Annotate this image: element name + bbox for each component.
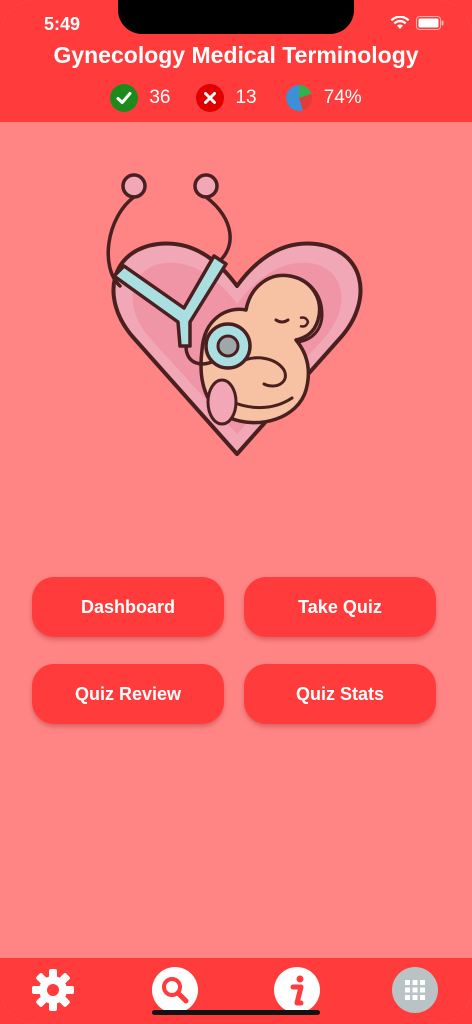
battery-icon bbox=[416, 16, 444, 30]
grid-icon[interactable] bbox=[392, 967, 438, 1013]
checkmark-icon bbox=[110, 84, 139, 112]
score-summary: 36 13 74% bbox=[0, 84, 472, 112]
quiz-review-button[interactable]: Quiz Review bbox=[32, 664, 224, 724]
heart-baby-stethoscope-illustration bbox=[106, 173, 363, 456]
status-icons bbox=[390, 16, 444, 30]
correct-value: 36 bbox=[149, 87, 171, 108]
take-quiz-button[interactable]: Take Quiz bbox=[244, 577, 436, 637]
wifi-icon bbox=[390, 16, 410, 29]
search-icon[interactable] bbox=[152, 967, 198, 1013]
score-value: 74% bbox=[323, 87, 362, 108]
device-notch bbox=[118, 0, 354, 34]
correct-count: 36 bbox=[110, 84, 170, 112]
incorrect-value: 13 bbox=[235, 87, 257, 108]
status-time: 5:49 bbox=[44, 14, 81, 34]
header-bar: 5:49 Gynecology Medical Terminology 36 1… bbox=[0, 0, 472, 122]
app-screen: 5:49 Gynecology Medical Terminology 36 1… bbox=[0, 0, 472, 1024]
cross-icon bbox=[196, 84, 225, 112]
quiz-stats-button[interactable]: Quiz Stats bbox=[244, 664, 436, 724]
dashboard-button[interactable]: Dashboard bbox=[32, 577, 224, 637]
pie-chart-icon bbox=[285, 84, 313, 112]
gear-icon[interactable] bbox=[30, 967, 76, 1013]
home-indicator[interactable] bbox=[152, 1010, 320, 1015]
incorrect-count: 13 bbox=[196, 84, 257, 112]
app-title: Gynecology Medical Terminology bbox=[53, 42, 419, 68]
score-percentage: 74% bbox=[285, 84, 362, 112]
info-icon[interactable] bbox=[274, 967, 320, 1013]
